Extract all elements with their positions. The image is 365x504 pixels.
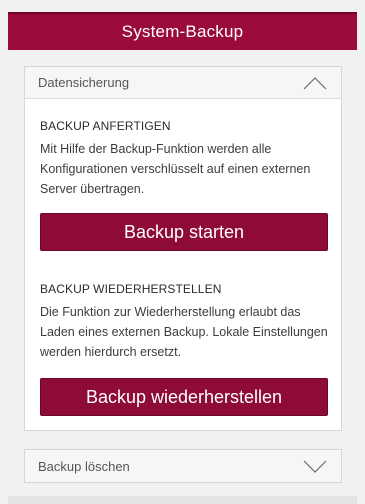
accordion-header-label: Datensicherung [38, 75, 130, 90]
bottom-divider [8, 496, 357, 504]
page-header: System-Backup [8, 12, 357, 50]
page-title: System-Backup [121, 22, 244, 41]
accordion-header-delete-backup[interactable]: Backup löschen [25, 450, 341, 482]
chevron-down-icon[interactable] [303, 458, 327, 474]
backup-create-title: BACKUP ANFERTIGEN [40, 119, 171, 133]
backup-create-description: Mit Hilfe der Backup-Funktion werden all… [40, 142, 311, 196]
accordion-header-data-backup[interactable]: Datensicherung [25, 67, 341, 99]
restore-backup-button[interactable]: Backup wiederherstellen [40, 378, 328, 416]
start-backup-button[interactable]: Backup starten [40, 213, 328, 251]
accordion-header-label: Backup löschen [38, 458, 130, 474]
accordion-panel-data-backup: Datensicherung BACKUP ANFERTIGEN Mit Hil… [24, 66, 342, 431]
chevron-up-icon[interactable] [303, 75, 327, 91]
backup-restore-description: Die Funktion zur Wiederherstellung erlau… [40, 305, 328, 359]
backup-restore-title: BACKUP WIEDERHERSTELLEN [40, 282, 222, 296]
accordion-panel-delete-backup: Backup löschen [24, 449, 342, 483]
